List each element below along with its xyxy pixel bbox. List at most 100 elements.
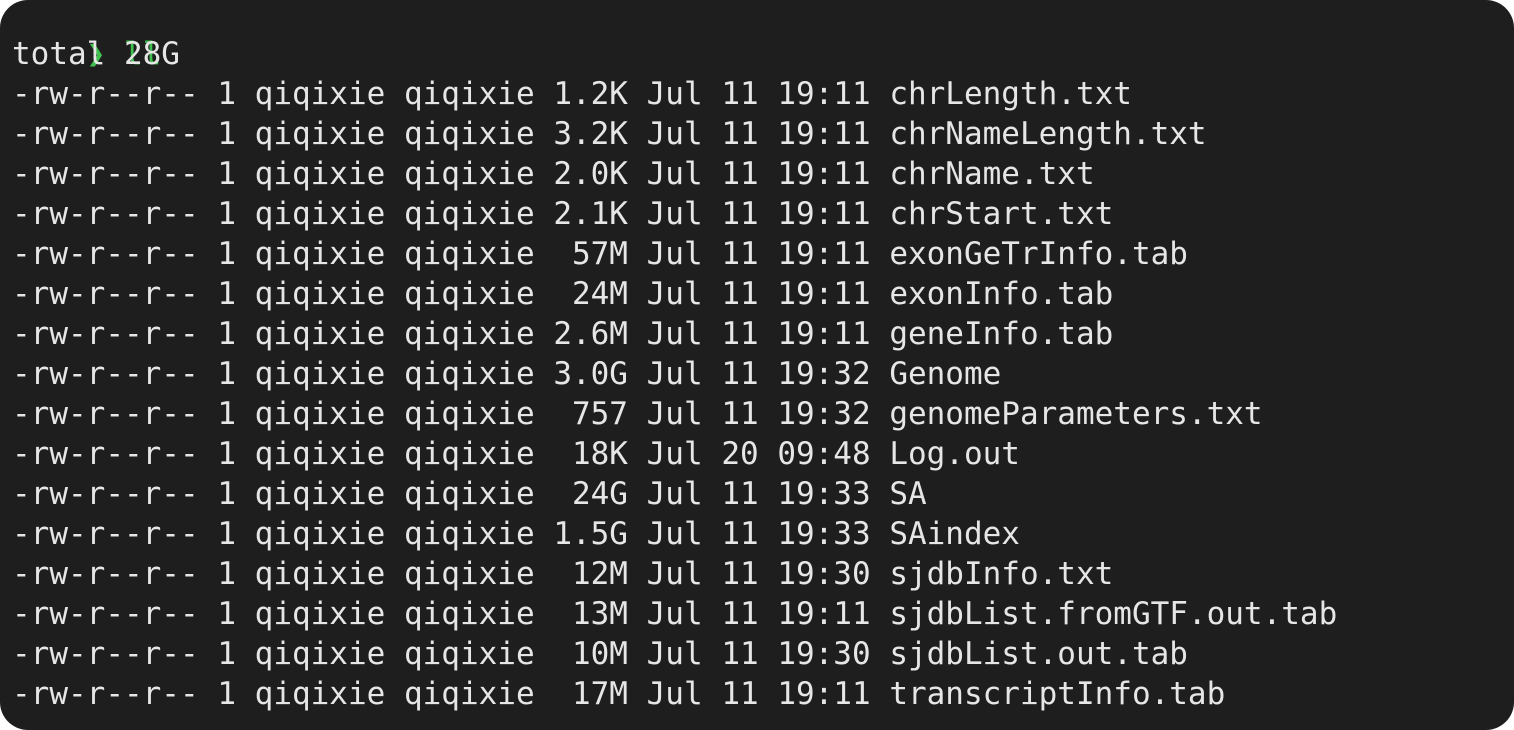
entry-name: chrName.txt <box>889 156 1095 192</box>
file-entry-row: -rw-r--r-- 1 qiqixie qiqixie 1.5G Jul 11… <box>12 514 1514 554</box>
entry-owner: qiqixie <box>254 196 386 232</box>
entry-month: Jul <box>646 316 703 352</box>
entry-owner: qiqixie <box>254 636 386 672</box>
entry-perms: -rw-r--r-- <box>12 436 199 472</box>
entry-month: Jul <box>646 356 703 392</box>
entry-links: 1 <box>217 196 236 232</box>
entry-name: sjdbList.out.tab <box>889 636 1188 672</box>
entry-day: 11 <box>721 556 759 592</box>
entry-perms: -rw-r--r-- <box>12 116 199 152</box>
terminal-window[interactable]: ❯ ll total 28G -rw-r--r-- 1 qiqixie qiqix… <box>0 0 1514 730</box>
entry-group: qiqixie <box>403 636 535 672</box>
entry-time: 19:11 <box>777 156 871 192</box>
entry-owner: qiqixie <box>254 276 386 312</box>
file-entry-row: -rw-r--r-- 1 qiqixie qiqixie 2.0K Jul 11… <box>12 154 1514 194</box>
entry-group: qiqixie <box>403 316 535 352</box>
entry-links: 1 <box>217 276 236 312</box>
entry-month: Jul <box>646 436 703 472</box>
entry-group: qiqixie <box>403 396 535 432</box>
entry-day: 11 <box>721 596 759 632</box>
entry-day: 11 <box>721 236 759 272</box>
entry-perms: -rw-r--r-- <box>12 316 199 352</box>
file-entry-row: -rw-r--r-- 1 qiqixie qiqixie 24M Jul 11 … <box>12 274 1514 314</box>
entry-name: geneInfo.tab <box>889 316 1114 352</box>
file-entry-row: -rw-r--r-- 1 qiqixie qiqixie 57M Jul 11 … <box>12 234 1514 274</box>
entry-month: Jul <box>646 156 703 192</box>
entry-group: qiqixie <box>403 516 535 552</box>
entry-name: sjdbInfo.txt <box>889 556 1114 592</box>
entry-group: qiqixie <box>403 156 535 192</box>
entry-name: transcriptInfo.tab <box>889 676 1226 712</box>
entry-links: 1 <box>217 356 236 392</box>
entry-time: 19:11 <box>777 196 871 232</box>
entry-time: 19:33 <box>777 476 871 512</box>
entry-month: Jul <box>646 116 703 152</box>
file-entry-row: -rw-r--r-- 1 qiqixie qiqixie 757 Jul 11 … <box>12 394 1514 434</box>
entry-day: 11 <box>721 516 759 552</box>
entry-name: chrLength.txt <box>889 76 1132 112</box>
entry-size: 2.6M <box>553 316 628 352</box>
entry-perms: -rw-r--r-- <box>12 516 199 552</box>
entry-name: genomeParameters.txt <box>889 396 1263 432</box>
entry-perms: -rw-r--r-- <box>12 556 199 592</box>
entry-links: 1 <box>217 676 236 712</box>
entry-perms: -rw-r--r-- <box>12 76 199 112</box>
entry-time: 19:30 <box>777 556 871 592</box>
entry-links: 1 <box>217 396 236 432</box>
entry-day: 11 <box>721 116 759 152</box>
entry-owner: qiqixie <box>254 516 386 552</box>
entry-links: 1 <box>217 636 236 672</box>
file-entry-row: -rw-r--r-- 1 qiqixie qiqixie 13M Jul 11 … <box>12 594 1514 634</box>
entry-name: chrStart.txt <box>889 196 1114 232</box>
entry-time: 19:33 <box>777 516 871 552</box>
entry-month: Jul <box>646 396 703 432</box>
entry-time: 09:48 <box>777 436 871 472</box>
entry-size: 1.2K <box>553 76 628 112</box>
entry-owner: qiqixie <box>254 76 386 112</box>
file-entry-row: -rw-r--r-- 1 qiqixie qiqixie 12M Jul 11 … <box>12 554 1514 594</box>
entry-links: 1 <box>217 156 236 192</box>
file-entry-row: -rw-r--r-- 1 qiqixie qiqixie 2.1K Jul 11… <box>12 194 1514 234</box>
entry-owner: qiqixie <box>254 396 386 432</box>
entry-month: Jul <box>646 196 703 232</box>
entry-group: qiqixie <box>403 596 535 632</box>
entry-links: 1 <box>217 76 236 112</box>
entry-month: Jul <box>646 636 703 672</box>
entry-size: 1.5G <box>553 516 628 552</box>
entry-time: 19:11 <box>777 676 871 712</box>
entry-group: qiqixie <box>403 556 535 592</box>
entry-perms: -rw-r--r-- <box>12 676 199 712</box>
entry-time: 19:11 <box>777 316 871 352</box>
entry-name: sjdbList.fromGTF.out.tab <box>889 596 1338 632</box>
entry-links: 1 <box>217 556 236 592</box>
entry-group: qiqixie <box>403 356 535 392</box>
file-entry-row: -rw-r--r-- 1 qiqixie qiqixie 1.2K Jul 11… <box>12 74 1514 114</box>
entry-group: qiqixie <box>403 236 535 272</box>
entry-perms: -rw-r--r-- <box>12 276 199 312</box>
entry-time: 19:32 <box>777 356 871 392</box>
entry-group: qiqixie <box>403 676 535 712</box>
entry-group: qiqixie <box>403 436 535 472</box>
entry-month: Jul <box>646 76 703 112</box>
entry-day: 11 <box>721 476 759 512</box>
entry-size: 12M <box>553 556 628 592</box>
entry-links: 1 <box>217 516 236 552</box>
entry-size: 17M <box>553 676 628 712</box>
entry-size: 18K <box>553 436 628 472</box>
entry-month: Jul <box>646 236 703 272</box>
entry-group: qiqixie <box>403 476 535 512</box>
entry-perms: -rw-r--r-- <box>12 196 199 232</box>
entry-owner: qiqixie <box>254 236 386 272</box>
entry-owner: qiqixie <box>254 436 386 472</box>
entry-size: 13M <box>553 596 628 632</box>
file-entry-row: -rw-r--r-- 1 qiqixie qiqixie 3.2K Jul 11… <box>12 114 1514 154</box>
entry-owner: qiqixie <box>254 596 386 632</box>
entry-name: SA <box>889 476 927 512</box>
entry-size: 24G <box>553 476 628 512</box>
entry-name: exonGeTrInfo.tab <box>889 236 1188 272</box>
entry-perms: -rw-r--r-- <box>12 636 199 672</box>
entry-day: 11 <box>721 76 759 112</box>
entry-month: Jul <box>646 476 703 512</box>
total-line: total 28G <box>12 36 180 72</box>
entry-owner: qiqixie <box>254 316 386 352</box>
